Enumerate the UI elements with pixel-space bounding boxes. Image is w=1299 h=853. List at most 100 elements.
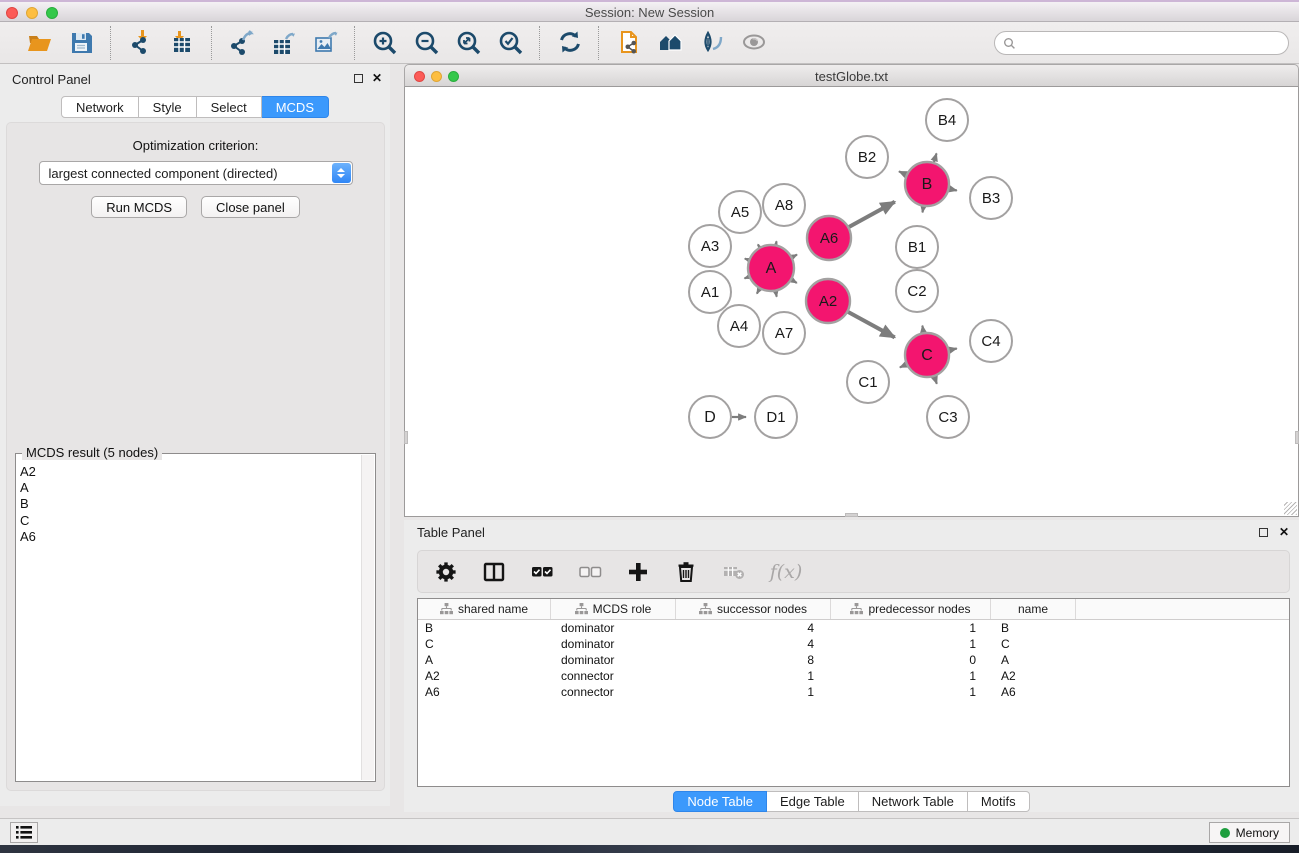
edge-A-A3[interactable] xyxy=(745,259,749,260)
edge-A-A6[interactable] xyxy=(792,255,797,257)
cell[interactable]: dominator xyxy=(551,621,676,635)
close-panel-icon[interactable]: ✕ xyxy=(372,72,382,84)
close-table-panel-icon[interactable]: ✕ xyxy=(1279,526,1289,538)
cell[interactable]: C xyxy=(991,637,1076,651)
tab-style[interactable]: Style xyxy=(139,96,197,118)
edge-C-C4[interactable] xyxy=(950,349,957,351)
cell[interactable]: 8 xyxy=(676,653,831,667)
run-mcds-button[interactable]: Run MCDS xyxy=(91,196,187,218)
table-row[interactable]: Cdominator41C xyxy=(418,636,1289,652)
tab-motifs[interactable]: Motifs xyxy=(968,791,1030,812)
cell[interactable]: A2 xyxy=(418,669,551,683)
gear-button[interactable] xyxy=(433,559,459,585)
criterion-select[interactable]: largest connected component (directed) xyxy=(39,161,353,185)
export-image-button[interactable] xyxy=(308,26,342,60)
edge-A-A1[interactable] xyxy=(745,277,749,279)
save-session-button[interactable] xyxy=(64,26,98,60)
new-network-button[interactable] xyxy=(611,26,645,60)
table-row[interactable]: Bdominator41B xyxy=(418,620,1289,636)
mcds-result-list[interactable]: A2ABCA6 xyxy=(20,464,361,779)
edge-C-C2[interactable] xyxy=(922,326,923,333)
zoom-fit-button[interactable] xyxy=(451,26,485,60)
split-columns-button[interactable] xyxy=(481,559,507,585)
edge-A-A4[interactable] xyxy=(757,289,760,294)
table-row[interactable]: A2connector11A2 xyxy=(418,668,1289,684)
import-network-button[interactable] xyxy=(123,26,157,60)
result-scrollbar[interactable] xyxy=(361,455,374,780)
delete-column-button[interactable] xyxy=(673,559,699,585)
cell[interactable]: 1 xyxy=(676,669,831,683)
edge-A-A8[interactable] xyxy=(776,241,777,244)
memory-button[interactable]: Memory xyxy=(1209,822,1290,843)
cell[interactable]: 1 xyxy=(676,685,831,699)
network-canvas[interactable]: AA1A3A5A8A4A7A6A2BB1B2B3B4CC1C2C3C4DD1 xyxy=(404,87,1299,517)
cell[interactable]: 0 xyxy=(831,653,991,667)
float-panel-icon[interactable] xyxy=(354,74,363,83)
cell[interactable]: B xyxy=(418,621,551,635)
result-item[interactable]: B xyxy=(20,496,361,512)
edge-B-B4[interactable] xyxy=(934,153,937,162)
task-history-button[interactable] xyxy=(10,822,38,843)
cell[interactable]: 1 xyxy=(831,637,991,651)
zoom-out-button[interactable] xyxy=(409,26,443,60)
close-panel-button[interactable]: Close panel xyxy=(201,196,300,218)
node-table[interactable]: shared nameMCDS rolesuccessor nodesprede… xyxy=(417,598,1290,787)
open-session-button[interactable] xyxy=(22,26,56,60)
import-table-button[interactable] xyxy=(165,26,199,60)
edge-B-B3[interactable] xyxy=(950,189,957,191)
column-header-shared-name[interactable]: shared name xyxy=(418,599,551,619)
cell[interactable]: A xyxy=(991,653,1076,667)
refresh-button[interactable] xyxy=(552,26,586,60)
tab-mcds[interactable]: MCDS xyxy=(262,96,329,118)
edge-C-C1[interactable] xyxy=(900,365,906,368)
result-item[interactable]: A6 xyxy=(20,529,361,545)
result-item[interactable]: A2 xyxy=(20,464,361,480)
float-table-panel-icon[interactable] xyxy=(1259,528,1268,537)
network-window-titlebar[interactable]: testGlobe.txt xyxy=(404,64,1299,87)
cell[interactable]: connector xyxy=(551,669,676,683)
column-header-predecessor-nodes[interactable]: predecessor nodes xyxy=(831,599,991,619)
show-graphics-button[interactable] xyxy=(737,26,771,60)
tab-select[interactable]: Select xyxy=(197,96,262,118)
home-button[interactable] xyxy=(653,26,687,60)
cell[interactable]: A6 xyxy=(418,685,551,699)
tab-node-table[interactable]: Node Table xyxy=(673,791,767,812)
cell[interactable]: A6 xyxy=(991,685,1076,699)
cell[interactable]: 1 xyxy=(831,685,991,699)
cell[interactable]: 1 xyxy=(831,621,991,635)
tab-edge-table[interactable]: Edge Table xyxy=(767,791,859,812)
edge-A2-C[interactable] xyxy=(848,312,895,337)
cell[interactable]: dominator xyxy=(551,637,676,651)
cell[interactable]: A2 xyxy=(991,669,1076,683)
edge-A6-B[interactable] xyxy=(849,202,895,227)
edge-B-B1[interactable] xyxy=(923,207,924,213)
edge-A-A7[interactable] xyxy=(776,292,777,297)
column-header-successor-nodes[interactable]: successor nodes xyxy=(676,599,831,619)
cell[interactable]: A xyxy=(418,653,551,667)
cell[interactable]: C xyxy=(418,637,551,651)
edge-A-A5[interactable] xyxy=(758,244,760,247)
table-row[interactable]: A6connector11A6 xyxy=(418,684,1289,700)
result-item[interactable]: A xyxy=(20,480,361,496)
search-input[interactable] xyxy=(1016,36,1288,50)
cell[interactable]: 4 xyxy=(676,621,831,635)
tab-network-table[interactable]: Network Table xyxy=(859,791,968,812)
cell[interactable]: B xyxy=(991,621,1076,635)
cell[interactable]: 1 xyxy=(831,669,991,683)
column-header-name[interactable]: name xyxy=(991,599,1076,619)
cell[interactable]: 4 xyxy=(676,637,831,651)
search-field[interactable] xyxy=(994,31,1289,55)
cell[interactable]: connector xyxy=(551,685,676,699)
cell[interactable]: dominator xyxy=(551,653,676,667)
select-all-button[interactable] xyxy=(529,559,555,585)
zoom-selected-button[interactable] xyxy=(493,26,527,60)
export-table-button[interactable] xyxy=(266,26,300,60)
style-preview-button[interactable] xyxy=(695,26,729,60)
zoom-in-button[interactable] xyxy=(367,26,401,60)
table-row[interactable]: Adominator80A xyxy=(418,652,1289,668)
edge-C-C3[interactable] xyxy=(934,377,936,384)
deselect-all-button[interactable] xyxy=(577,559,603,585)
export-network-button[interactable] xyxy=(224,26,258,60)
edge-A-A2[interactable] xyxy=(792,280,797,283)
tab-network[interactable]: Network xyxy=(61,96,139,118)
